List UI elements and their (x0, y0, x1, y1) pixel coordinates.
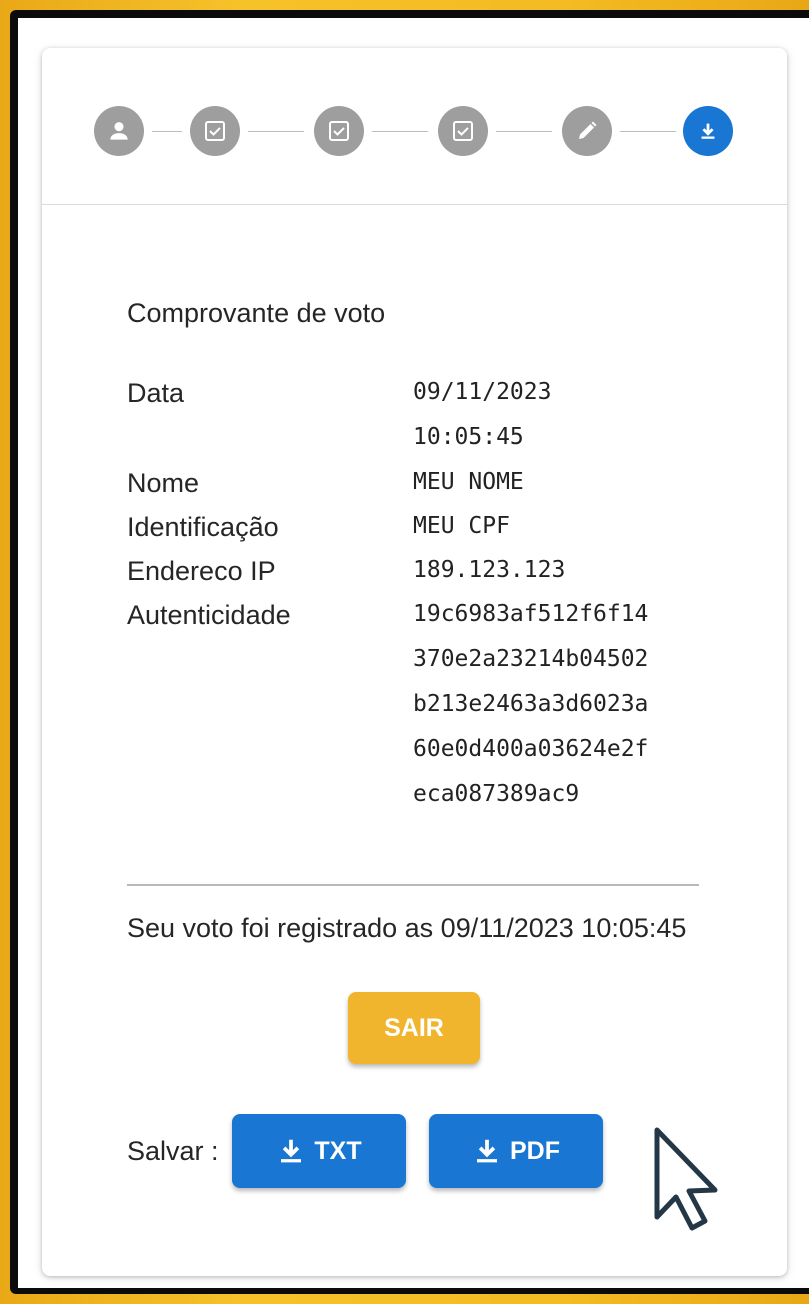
check-box-icon (453, 121, 473, 141)
step-connector (248, 131, 304, 132)
value-line: MEU CPF (413, 513, 510, 539)
download-icon (701, 123, 715, 139)
step-identification (94, 106, 144, 156)
vote-registered-message: Seu voto foi registrado as 09/11/2023 10… (127, 913, 687, 943)
value-line: 10:05:45 (413, 424, 524, 450)
label-authenticity: Autenticidade (127, 600, 291, 630)
value-line: 19c6983af512f6f14 (413, 601, 649, 627)
value-authenticity-hash: 19c6983af512f6f14 370e2a23214b04502 b213… (413, 592, 648, 817)
txt-button-label: TXT (314, 1136, 362, 1165)
step-connector (620, 131, 676, 132)
exit-button-label: SAIR (384, 1013, 444, 1042)
value-line: 09/11/2023 (413, 379, 552, 405)
check-box-icon (205, 121, 225, 141)
step-receipt (683, 106, 733, 156)
step-connector (496, 131, 552, 132)
value-line: 370e2a23214b04502 (413, 646, 649, 672)
step-ballot-1 (190, 106, 240, 156)
step-connector (152, 131, 182, 132)
value-line: MEU NOME (413, 469, 524, 495)
label-ip-address: Endereco IP (127, 556, 276, 586)
pdf-button-label: PDF (510, 1136, 560, 1165)
step-connector (372, 131, 428, 132)
value-name: MEU NOME (413, 460, 524, 505)
save-label: Salvar : (127, 1136, 219, 1166)
receipt-card: Comprovante de voto Data 09/11/2023 10:0… (42, 48, 787, 1276)
value-ip-address: 189.123.123 (413, 548, 565, 593)
download-pdf-button[interactable]: PDF (429, 1114, 603, 1188)
value-identification: MEU CPF (413, 504, 510, 549)
mouse-cursor-icon (654, 1127, 718, 1231)
exit-button[interactable]: SAIR (348, 992, 480, 1064)
divider (127, 884, 699, 886)
download-icon (477, 1139, 497, 1163)
pencil-icon (579, 121, 597, 139)
step-ballot-3 (438, 106, 488, 156)
download-icon (281, 1139, 302, 1163)
check-box-icon (329, 121, 349, 141)
step-confirm (562, 106, 612, 156)
label-identification: Identificação (127, 512, 279, 542)
download-txt-button[interactable]: TXT (232, 1114, 406, 1188)
value-line: 60e0d400a03624e2f (413, 736, 649, 762)
person-icon (110, 122, 128, 140)
step-ballot-2 (314, 106, 364, 156)
receipt-title: Comprovante de voto (127, 298, 386, 328)
value-line: 189.123.123 (413, 557, 566, 583)
label-name: Nome (127, 468, 200, 498)
stepper (42, 48, 787, 205)
value-date: 09/11/2023 10:05:45 (413, 370, 551, 460)
value-line: b213e2463a3d6023a (413, 691, 649, 717)
label-date: Data (127, 378, 185, 408)
value-line: eca087389ac9 (413, 781, 580, 807)
